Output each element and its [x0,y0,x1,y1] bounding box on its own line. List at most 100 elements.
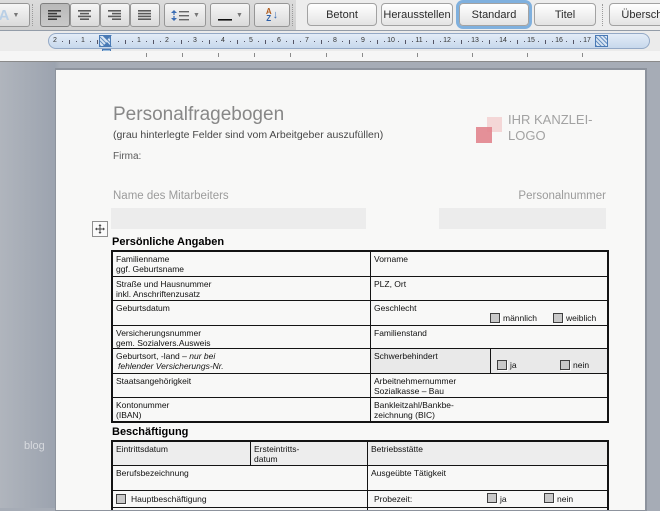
cell-ersteintrittsdatum[interactable]: Ersteintritts-datum [251,442,368,465]
align-justify-icon [137,9,153,22]
line-spacing-icon [170,9,190,22]
cell-geschlecht[interactable]: Geschlecht männlich weiblich [371,301,607,325]
styles-strip: Betont Herausstellen Standard Titel Über… [296,0,660,30]
checkbox-probezeit-nein[interactable] [544,493,554,503]
horizontal-ruler[interactable]: 211234567891011121314151617 [48,33,650,49]
ruler-tick [426,41,427,42]
ruler-tick [160,41,161,42]
cell-versicherungsnummer[interactable]: Versicherungsnummergem. Sozialvers.Auswe… [113,326,371,348]
ruler-tick [244,41,245,42]
ruler-tick [349,40,350,44]
ruler-tick [412,41,413,42]
align-justify-button[interactable] [130,3,160,27]
ruler-tick [272,41,273,42]
ruler-tick [433,40,434,44]
document-subtitle: (grau hinterlegte Felder sind vom Arbeit… [113,129,383,141]
ruler-number: 1 [137,37,141,44]
cell-vorname[interactable]: Vorname [371,252,607,276]
document-title: Personalfragebogen [113,104,284,126]
table-row: Hauptbeschäftigung Probezeit: ja nein [113,491,607,508]
cell-geburtsdatum[interactable]: Geburtsdatum [113,301,371,325]
font-color-button[interactable]: A ▼ [0,3,30,27]
table-column-marker-right[interactable] [595,35,608,47]
document-page[interactable]: Personalfragebogen (grau hinterlegte Fel… [55,68,647,511]
align-center-button[interactable] [70,3,100,27]
checkbox-maennlich[interactable] [490,313,500,323]
style-button-ueberschrift[interactable]: Überschrift [609,3,660,26]
style-button-titel[interactable]: Titel [534,3,596,26]
cell-schwerbehindert-choice[interactable]: ja nein [491,349,607,373]
sort-button[interactable]: A Z ↓ [254,3,290,27]
ruler-tick [286,41,287,42]
tab-stop-tick [218,53,219,57]
checkbox-weiblich[interactable] [553,313,563,323]
tab-stop-strip[interactable] [0,51,660,62]
checkbox-probezeit-ja[interactable] [487,493,497,503]
ruler-tick [440,41,441,42]
cell-ausgeuebte-taetigkeit[interactable]: Ausgeübte Tätigkeit [368,466,607,490]
ruler-tick [76,41,77,42]
cell-probezeit[interactable]: Probezeit: ja nein [368,491,607,507]
ruler-tick [97,40,98,44]
cell-familienname[interactable]: Familiennameggf. Geburtsname [113,252,371,276]
cell-bankleitzahl[interactable]: Bankleitzahl/Bankbe-zeichnung (BIC) [371,398,607,421]
hanging-indent-marker[interactable] [102,42,112,47]
underline-style-icon [217,9,233,22]
ruler-tick [405,40,406,44]
checkbox-nein[interactable] [560,360,570,370]
ruler-tick [377,40,378,44]
cell-geburtsort[interactable]: Geburtsort, -land – nur beifehlender Ver… [113,349,371,373]
ruler-tick [580,41,581,42]
cell-kontonummer[interactable]: Kontonummer(IBAN) [113,398,371,421]
ruler-tick [237,40,238,44]
ruler-tick [69,40,70,44]
ruler-tick [545,40,546,44]
checkbox-label: weiblich [566,313,596,323]
employee-name-field[interactable] [111,208,366,229]
cell-familienstand[interactable]: Familienstand [371,326,607,348]
align-left-button[interactable] [40,3,70,27]
kanzlei-logo-text: IHR KANZLEI-LOGO [508,112,593,144]
ruler-tick [384,41,385,42]
tab-stop-tick [254,53,255,57]
cell-staatsangehoerigkeit[interactable]: Staatsangehörigkeit [113,374,371,397]
sort-arrow-icon: ↓ [273,9,279,21]
ruler-number: 10 [387,37,395,44]
cell-plz-ort[interactable]: PLZ, Ort [371,277,607,300]
cell-eintrittsdatum[interactable]: Eintrittsdatum [113,442,251,465]
table-row: Geburtsdatum Geschlecht männlich weiblic… [113,301,607,326]
logo-square-dark [476,127,492,143]
line-spacing-button[interactable]: ▼ [164,3,206,27]
first-line-indent-marker[interactable] [102,35,112,40]
checkbox-ja[interactable] [497,360,507,370]
cell-strasse[interactable]: Straße und Hausnummerinkl. Anschriftenzu… [113,277,371,300]
toolbar-separator [32,4,33,26]
style-button-herausstellen[interactable]: Herausstellen [381,3,453,26]
checkbox-hauptbeschaeftigung[interactable] [116,494,126,504]
cell-schwerbehindert[interactable]: Schwerbehindert [371,349,491,373]
ruler-tick [552,41,553,42]
ruler-number: 17 [583,37,591,44]
style-button-standard[interactable]: Standard [459,3,529,26]
section-heading-employment: Beschäftigung [112,426,188,438]
ruler-tick [321,40,322,44]
table-move-handle[interactable] [92,221,108,237]
align-right-button[interactable] [100,3,130,27]
align-left-icon [47,9,63,22]
table-row: Versicherungsnummergem. Sozialvers.Auswe… [113,326,607,349]
style-button-betont[interactable]: Betont [307,3,377,26]
border-style-button[interactable]: ▼ [210,3,250,27]
cell-arbeitnehmernummer[interactable]: ArbeitnehmernummerSozialkasse – Bau [371,374,607,397]
cell-betriebsstaette[interactable]: Betriebsstätte [368,442,607,465]
ruler-tick [258,41,259,42]
tab-stop-tick [472,53,473,57]
ruler-tick [398,41,399,42]
personnel-number-field[interactable] [439,208,606,229]
cell-hauptbeschaeftigung[interactable]: Hauptbeschäftigung [113,491,368,507]
chevron-down-icon: ▼ [193,12,200,19]
checkbox-label: männlich [503,313,537,323]
checkbox-label: ja [510,360,517,370]
table-row: Kontonummer(IBAN) Bankleitzahl/Bankbe-ze… [113,398,607,421]
cell-berufsbezeichnung[interactable]: Berufsbezeichnung [113,466,368,490]
ruler-number: 12 [443,37,451,44]
